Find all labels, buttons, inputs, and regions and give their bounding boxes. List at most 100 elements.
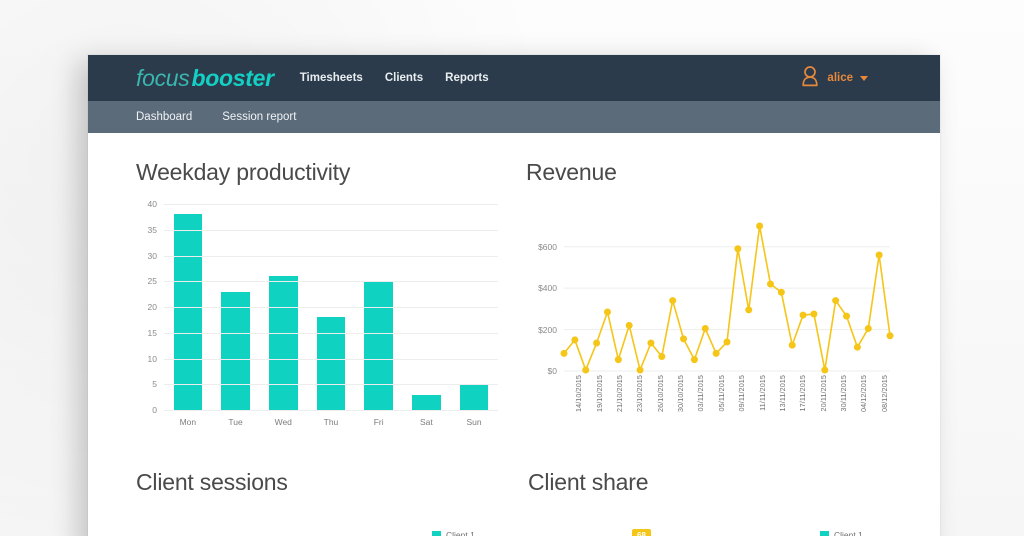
line-chart-data-point[interactable] xyxy=(680,335,688,343)
line-chart-plot-area: $0 $200 $400 $600 xyxy=(538,222,894,376)
legend-client-share[interactable]: Client 1 xyxy=(820,530,863,536)
chevron-down-icon xyxy=(860,75,868,81)
bar[interactable] xyxy=(221,291,250,410)
client-share-chart: 68 Client 1 xyxy=(528,510,892,536)
bar-chart-gridline xyxy=(164,255,498,257)
logo-word-booster: booster xyxy=(191,64,274,91)
subnav-item-dashboard[interactable]: Dashboard xyxy=(136,111,192,123)
bar-chart-x-tick-label: Sun xyxy=(466,417,482,427)
nav-item-timesheets[interactable]: Timesheets xyxy=(300,72,363,84)
line-chart-x-tick-label: 05/11/2015 xyxy=(716,375,726,412)
line-chart-data-point[interactable] xyxy=(658,353,666,360)
bar-chart-x-tick-label: Fri xyxy=(373,417,384,427)
line-chart-data-point[interactable] xyxy=(821,366,829,374)
top-navigation-bar: focusbooster Timesheets Clients Reports … xyxy=(88,55,940,101)
line-chart-x-tick-label: 08/12/2015 xyxy=(879,375,889,412)
line-chart-data-point[interactable] xyxy=(810,310,818,318)
line-chart-data-point[interactable] xyxy=(690,356,698,364)
line-chart-data-point[interactable] xyxy=(875,251,883,259)
line-chart-data-point[interactable] xyxy=(647,339,655,347)
line-chart-data-point[interactable] xyxy=(603,308,611,316)
bar-chart-y-tick-label: 35 xyxy=(147,224,157,235)
panel-weekday-productivity: Weekday productivity Mon Tue Wed Thu Fri Sat S… xyxy=(136,159,498,435)
user-avatar-icon xyxy=(800,65,820,92)
bar[interactable] xyxy=(459,384,489,410)
bar[interactable] xyxy=(316,317,346,410)
page-title-client-share: Client share xyxy=(528,469,649,495)
line-chart-x-tick-label: 26/10/2015 xyxy=(655,375,665,412)
bar-chart-x-tick-label: Sat xyxy=(419,417,433,427)
line-chart-data-point[interactable] xyxy=(756,222,764,230)
line-chart-data-point[interactable] xyxy=(593,339,601,347)
line-chart-data-point[interactable] xyxy=(625,321,633,329)
line-chart-data-point[interactable] xyxy=(712,349,720,357)
bar-chart-gridline xyxy=(164,332,498,334)
bar[interactable] xyxy=(412,394,441,410)
line-chart-data-point[interactable] xyxy=(853,343,861,351)
line-chart-data-point[interactable] xyxy=(766,280,774,288)
bar-chart-gridline xyxy=(164,204,498,205)
line-chart-y-tick-label: $200 xyxy=(538,324,557,335)
line-chart-x-tick-label: 11/11/2015 xyxy=(757,375,767,411)
bar-chart-y-tick-label: 30 xyxy=(147,250,157,261)
line-chart-data-point[interactable] xyxy=(701,325,709,333)
user-menu[interactable]: alice xyxy=(800,55,868,101)
line-chart-data-point[interactable] xyxy=(571,336,579,344)
line-chart-data-point[interactable] xyxy=(864,325,872,333)
line-chart-data-point[interactable] xyxy=(669,297,677,305)
bar-chart-gridline xyxy=(164,281,498,283)
subnav-item-session-report[interactable]: Session report xyxy=(222,111,296,123)
client-sessions-chart: Client 1 xyxy=(136,510,500,536)
line-chart-data-point[interactable] xyxy=(723,338,731,346)
bar[interactable] xyxy=(364,281,393,410)
line-chart-data-point[interactable] xyxy=(582,366,590,374)
bar-chart-gridline xyxy=(164,358,498,360)
line-chart-data-point[interactable] xyxy=(799,311,807,319)
bar-chart-gridline xyxy=(164,307,498,308)
legend-client-sessions[interactable]: Client 1 xyxy=(432,530,475,536)
bar-chart-x-tick-label: Tue xyxy=(228,417,243,427)
nav-item-reports[interactable]: Reports xyxy=(445,72,488,84)
legend-label: Client 1 xyxy=(446,530,475,536)
legend-swatch-icon xyxy=(432,530,441,536)
revenue-line-chart: $0 $200 $400 $600 14/10/2015 19/10/2015 21/10… xyxy=(526,200,894,435)
sub-navigation-bar: Dashboard Session report xyxy=(88,101,940,133)
bar-chart-y-tick-label: 10 xyxy=(147,353,157,364)
app-window: focusbooster Timesheets Clients Reports … xyxy=(88,55,940,536)
line-chart-x-tick-label: 13/11/2015 xyxy=(777,375,787,412)
line-chart-data-point[interactable] xyxy=(886,332,894,340)
line-chart-data-point[interactable] xyxy=(636,366,644,374)
app-logo[interactable]: focusbooster xyxy=(136,64,274,91)
line-chart-data-point[interactable] xyxy=(832,297,840,305)
line-chart-x-tick-label: 30/11/2015 xyxy=(839,375,849,412)
dashboard-content: Weekday productivity Mon Tue Wed Thu Fri Sat S… xyxy=(88,133,940,536)
line-chart-y-tick-label: $400 xyxy=(538,283,557,294)
bar[interactable] xyxy=(268,276,298,410)
line-chart-y-tick-label: $600 xyxy=(538,241,557,252)
page-title-revenue: Revenue xyxy=(526,159,617,185)
charts-row-bottom: Client sessions Client 1 Client share 68 xyxy=(136,469,892,536)
nav-item-clients[interactable]: Clients xyxy=(385,72,423,84)
line-chart-data-point[interactable] xyxy=(560,349,568,357)
bar-chart-x-tick-label: Mon xyxy=(179,417,197,427)
line-chart-data-point[interactable] xyxy=(734,245,742,253)
line-chart-x-tick-label: 03/11/2015 xyxy=(696,375,706,412)
line-chart-data-point[interactable] xyxy=(777,288,785,296)
line-chart-data-point[interactable] xyxy=(843,312,851,320)
panel-client-sessions: Client sessions Client 1 xyxy=(136,469,500,536)
line-chart-x-tick-label: 09/11/2015 xyxy=(737,375,747,412)
line-chart-data-point[interactable] xyxy=(745,306,753,314)
line-chart-series-line xyxy=(563,225,891,371)
line-chart-x-tick-label: 20/11/2015 xyxy=(818,375,828,412)
line-chart-y-tick-label: $0 xyxy=(547,366,557,376)
bar[interactable] xyxy=(173,214,203,410)
page-title-client-sessions: Client sessions xyxy=(136,469,288,495)
line-chart-x-tick-label: 19/10/2015 xyxy=(594,375,604,412)
panel-client-share: Client share 68 Client 1 xyxy=(528,469,892,536)
bar-chart-gridline xyxy=(164,410,498,411)
logo-word-focus: focus xyxy=(136,64,190,91)
bar-chart-y-tick-label: 25 xyxy=(147,276,157,287)
line-chart-data-point[interactable] xyxy=(788,341,796,349)
line-chart-data-point[interactable] xyxy=(614,356,622,364)
line-chart-x-tick-label: 14/10/2015 xyxy=(574,375,584,412)
